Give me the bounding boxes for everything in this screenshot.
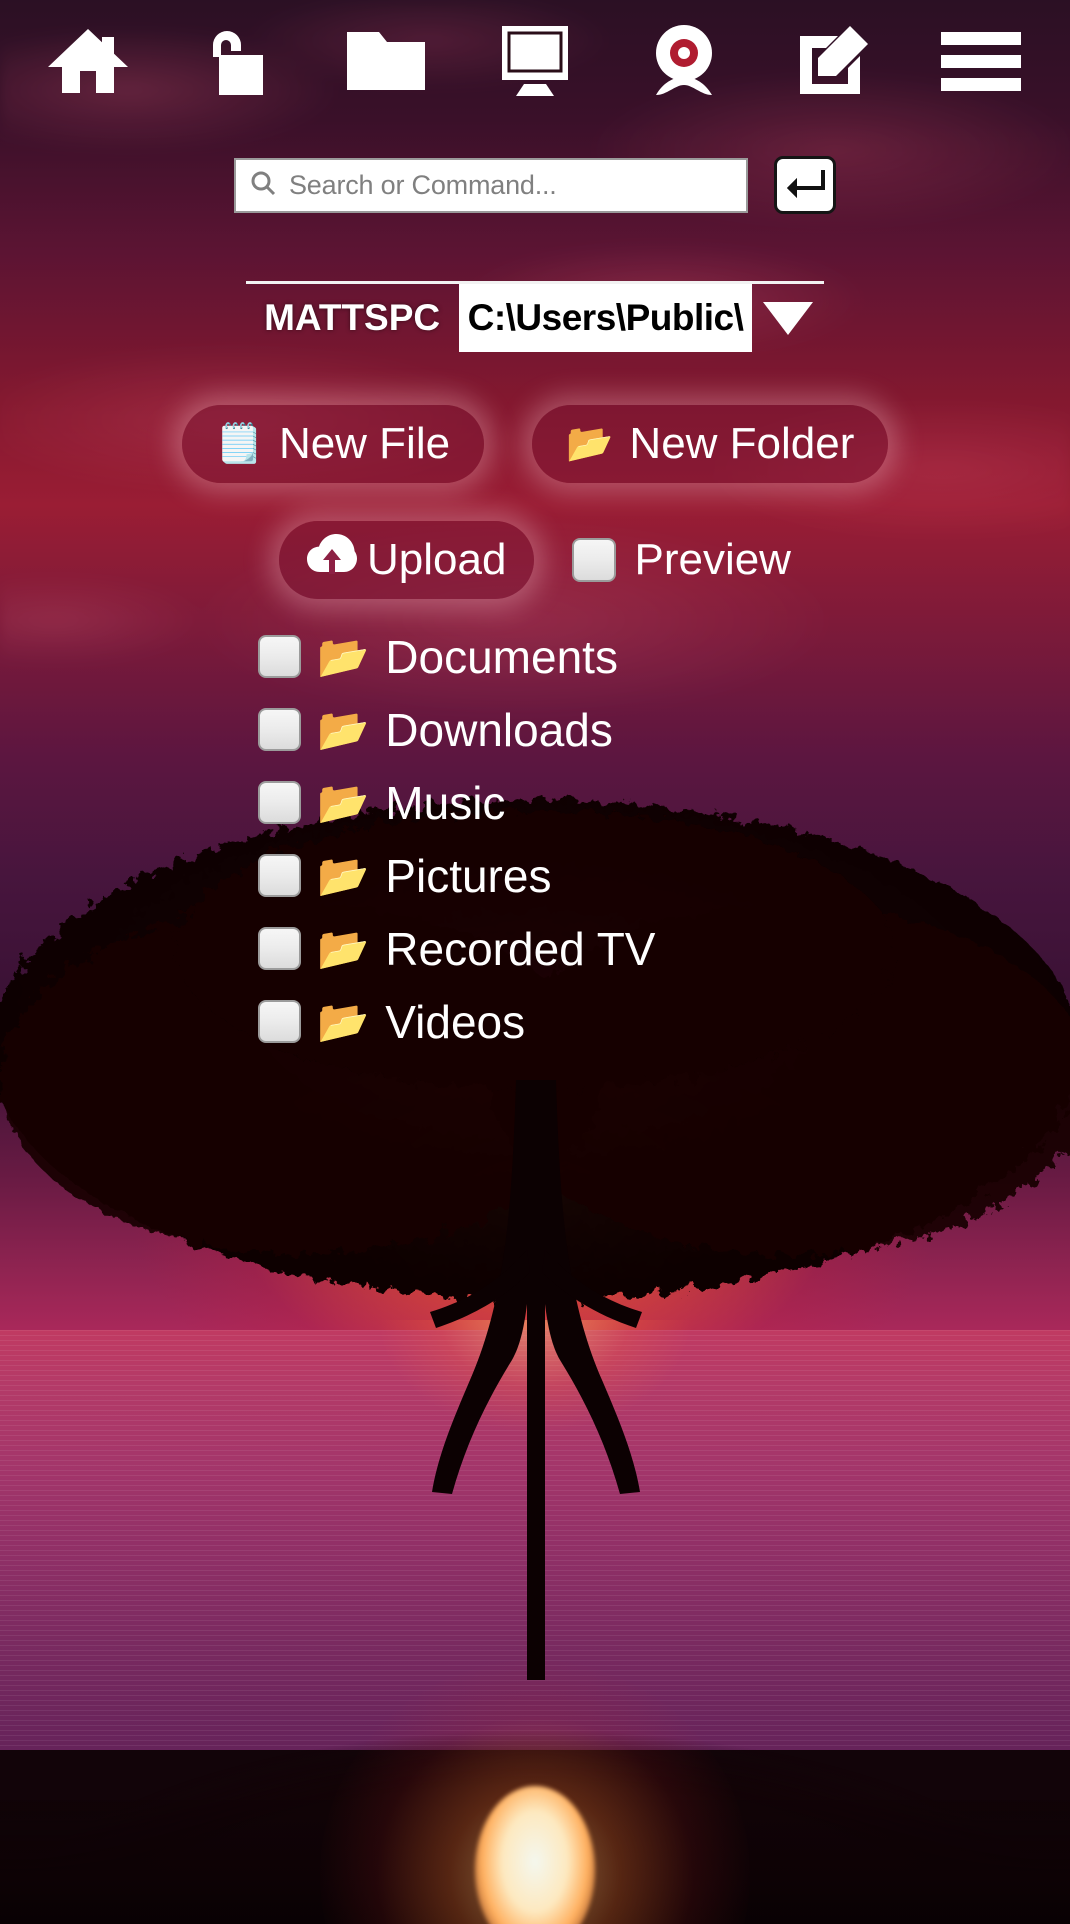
new-folder-button[interactable]: 📂 New Folder <box>532 405 889 483</box>
folder-emoji-icon: 📂 <box>566 423 614 465</box>
search-input[interactable]: Search or Command... <box>234 157 748 213</box>
unlock-icon <box>199 23 275 99</box>
file-name: Documents <box>385 630 618 683</box>
enter-key-icon <box>785 166 825 205</box>
folder-emoji-icon: 📂 <box>317 997 370 1045</box>
list-item[interactable]: 📂 Recorded TV <box>258 912 655 985</box>
create-actions-row: 🗒️ New File 📂 New Folder <box>0 405 1070 483</box>
list-item[interactable]: 📂 Videos <box>258 985 525 1058</box>
cloud-upload-icon <box>307 533 358 587</box>
search-submit-button[interactable] <box>774 156 836 214</box>
file-name: Pictures <box>385 849 552 902</box>
list-item[interactable]: 📂 Documents <box>258 620 618 693</box>
folder-emoji-icon: 📂 <box>317 924 370 972</box>
search-icon <box>250 170 276 201</box>
current-path-field[interactable]: C:\Users\Public\ <box>460 284 753 352</box>
file-checkbox[interactable] <box>258 927 301 970</box>
edit-button[interactable] <box>785 18 881 104</box>
notepad-emoji-icon: 🗒️ <box>215 423 263 465</box>
webcam-button[interactable] <box>636 18 732 104</box>
chevron-down-icon <box>763 301 814 335</box>
computer-name: MATTSPC <box>246 284 461 352</box>
menu-button[interactable] <box>933 18 1029 104</box>
folder-emoji-icon: 📂 <box>317 705 370 753</box>
home-button[interactable] <box>40 18 136 104</box>
file-name: Music <box>385 776 506 829</box>
path-bar: MATTSPC C:\Users\Public\ <box>0 281 1070 352</box>
new-file-button[interactable]: 🗒️ New File <box>181 405 485 483</box>
folder-emoji-icon: 📂 <box>317 632 370 680</box>
upload-button[interactable]: Upload <box>279 521 535 599</box>
file-checkbox[interactable] <box>258 635 301 678</box>
file-name: Downloads <box>385 703 613 756</box>
preview-checkbox[interactable] <box>572 538 617 582</box>
webcam-icon <box>647 23 721 99</box>
menu-icon <box>939 30 1023 92</box>
search-row: Search or Command... <box>0 156 1070 214</box>
unlock-button[interactable] <box>189 18 285 104</box>
file-checkbox[interactable] <box>258 1000 301 1043</box>
file-checkbox[interactable] <box>258 854 301 897</box>
file-checkbox[interactable] <box>258 708 301 751</box>
monitor-icon <box>496 24 574 98</box>
new-file-label: New File <box>278 419 451 468</box>
preview-label: Preview <box>634 535 791 584</box>
folder-icon <box>345 28 427 94</box>
upload-actions-row: Upload Preview <box>0 521 1070 599</box>
home-icon <box>46 25 130 97</box>
path-dropdown-button[interactable] <box>752 284 824 352</box>
file-list: 📂 Documents 📂 Downloads 📂 Music 📂 Pictur… <box>0 620 1070 1058</box>
upload-label: Upload <box>367 535 507 584</box>
preview-toggle[interactable]: Preview <box>572 535 791 585</box>
desktop-button[interactable] <box>487 18 583 104</box>
search-placeholder: Search or Command... <box>289 169 557 200</box>
edit-icon <box>794 24 872 98</box>
file-name: Videos <box>385 995 526 1048</box>
new-folder-label: New Folder <box>629 419 855 468</box>
top-toolbar <box>0 18 1070 104</box>
folder-emoji-icon: 📂 <box>317 778 370 826</box>
list-item[interactable]: 📂 Downloads <box>258 693 613 766</box>
folder-emoji-icon: 📂 <box>317 851 370 899</box>
file-name: Recorded TV <box>385 922 656 975</box>
list-item[interactable]: 📂 Music <box>258 766 505 839</box>
list-item[interactable]: 📂 Pictures <box>258 839 551 912</box>
folder-button[interactable] <box>338 18 434 104</box>
file-checkbox[interactable] <box>258 781 301 824</box>
